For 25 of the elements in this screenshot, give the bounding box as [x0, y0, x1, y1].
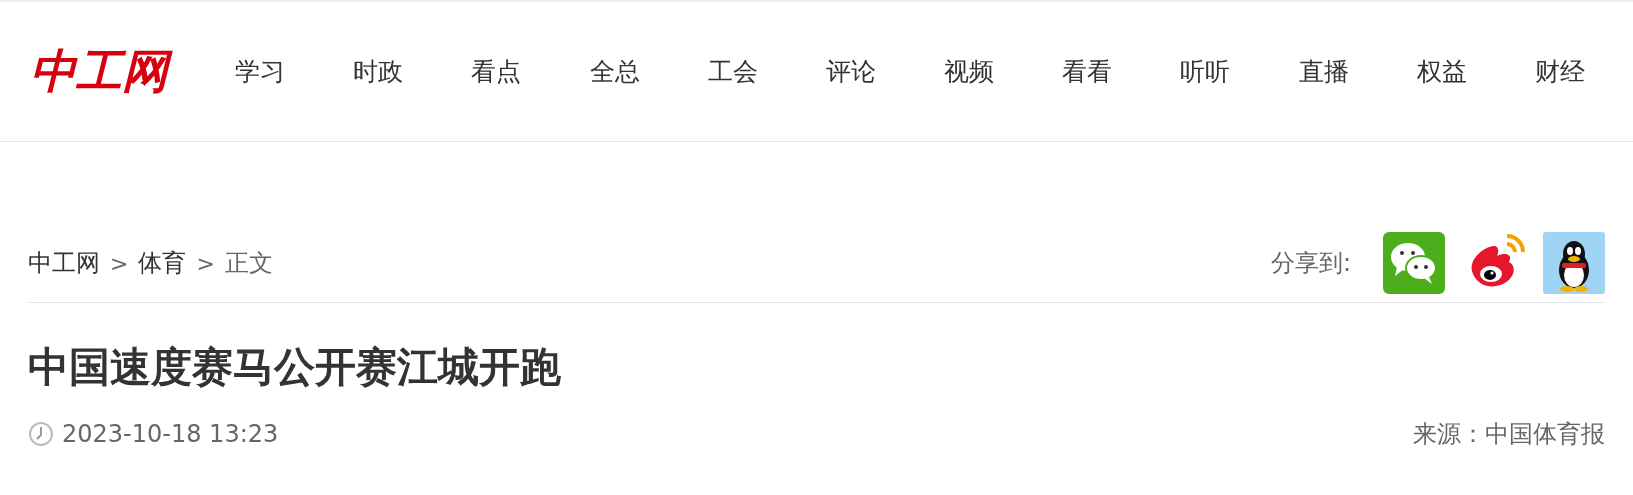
nav-link[interactable]: 看看 — [1062, 52, 1113, 91]
nav-link[interactable]: 学习 — [235, 52, 285, 91]
wechat-icon[interactable] — [1383, 232, 1445, 294]
article-source: 来源：中国体育报 — [1413, 419, 1605, 451]
share-label: 分享到: — [1270, 248, 1351, 279]
nav-link[interactable]: 听听 — [1180, 52, 1231, 91]
nav-link[interactable]: 全总 — [589, 52, 640, 91]
site-logo[interactable]: 中工网 — [28, 42, 176, 101]
breadcrumb-current: 正文 — [224, 248, 273, 279]
clock-icon — [28, 421, 54, 448]
nav-link[interactable]: 权益 — [1416, 52, 1467, 91]
nav-link[interactable]: 财经 — [1534, 52, 1585, 91]
nav-link[interactable]: 直播 — [1298, 52, 1349, 91]
nav-link[interactable]: 看点 — [471, 52, 522, 91]
breadcrumb-separator: > — [196, 249, 215, 278]
publish-date: 2023-10-18 13:23 — [62, 419, 279, 451]
breadcrumb-link[interactable]: 体育 — [138, 245, 187, 281]
article-title: 中国速度赛马公开赛江城开跑 — [28, 343, 562, 393]
nav-link[interactable]: 时政 — [353, 52, 404, 91]
breadcrumb-separator: > — [110, 249, 129, 278]
nav-link[interactable]: 视频 — [944, 52, 995, 91]
penguin-icon[interactable] — [1543, 232, 1605, 294]
breadcrumb-link[interactable]: 中工网 — [28, 245, 100, 281]
nav-link[interactable]: 工会 — [707, 52, 758, 91]
nav-link[interactable]: 评论 — [825, 52, 876, 91]
